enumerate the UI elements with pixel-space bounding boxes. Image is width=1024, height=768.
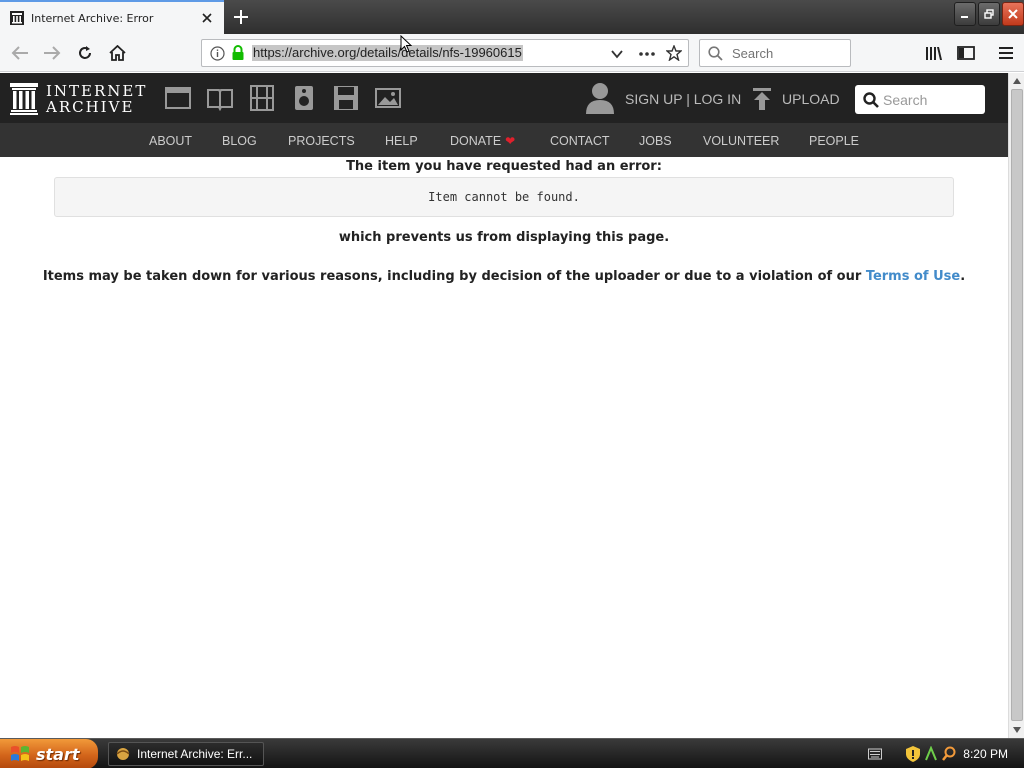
archive-building-icon bbox=[10, 83, 38, 115]
windows-flag-icon bbox=[11, 746, 29, 761]
system-tray: 8:20 PM bbox=[862, 739, 1024, 768]
heart-icon: ❤ bbox=[505, 134, 516, 148]
scroll-up-icon[interactable] bbox=[1011, 74, 1023, 88]
error-message: Item cannot be found. bbox=[428, 190, 580, 204]
start-label: start bbox=[36, 744, 80, 764]
reasons-end: . bbox=[960, 269, 966, 284]
search-icon bbox=[863, 92, 879, 108]
url-bar[interactable]: https://archive.org/details/details/nfs-… bbox=[201, 39, 689, 67]
ia-top-nav: ABOUT BLOG PROJECTS HELP DONATE ❤ CONTACT… bbox=[0, 123, 1008, 157]
web-icon[interactable] bbox=[165, 85, 191, 111]
ia-header: INTERNET ARCHIVE SIGN UP | LOG IN UPLOAD… bbox=[0, 73, 1008, 123]
user-avatar-icon[interactable] bbox=[586, 82, 614, 114]
nav-projects[interactable]: PROJECTS bbox=[288, 134, 355, 148]
tab-strip: Internet Archive: Error bbox=[0, 0, 1024, 34]
close-window-icon[interactable] bbox=[1002, 2, 1024, 26]
error-heading: The item you have requested had an error… bbox=[346, 159, 662, 174]
search-icon bbox=[708, 46, 723, 65]
sidebar-toggle-icon[interactable] bbox=[952, 40, 980, 66]
start-button[interactable]: start bbox=[0, 739, 98, 768]
nav-blog[interactable]: BLOG bbox=[222, 134, 257, 148]
ia-search-input[interactable]: Search bbox=[855, 85, 985, 114]
nav-people[interactable]: PEOPLE bbox=[809, 134, 859, 148]
scrollbar-thumb[interactable] bbox=[1011, 89, 1023, 721]
upload-icon[interactable] bbox=[752, 88, 772, 110]
taskbar-item-label: Internet Archive: Err... bbox=[137, 747, 253, 761]
security-shield-icon[interactable] bbox=[906, 746, 920, 762]
chevron-down-icon[interactable] bbox=[610, 46, 624, 65]
taskbar-item-browser[interactable]: Internet Archive: Err... bbox=[108, 742, 264, 766]
terms-of-use-link[interactable]: Terms of Use bbox=[866, 269, 960, 284]
logo-line-2: ARCHIVE bbox=[46, 98, 135, 116]
keyboard-icon[interactable] bbox=[868, 748, 882, 760]
page-actions-icon[interactable] bbox=[638, 46, 656, 65]
restore-icon[interactable] bbox=[978, 2, 1000, 26]
nav-volunteer[interactable]: VOLUNTEER bbox=[703, 134, 779, 148]
mouse-cursor-icon bbox=[400, 35, 412, 53]
signup-login-link[interactable]: SIGN UP | LOG IN bbox=[625, 91, 741, 107]
nav-donate-label: DONATE bbox=[450, 134, 502, 148]
browser-tab-active[interactable]: Internet Archive: Error bbox=[0, 0, 224, 34]
forward-icon[interactable] bbox=[38, 40, 66, 66]
error-prevents-text: which prevents us from displaying this p… bbox=[338, 230, 670, 245]
error-reasons-text: Items may be taken down for various reas… bbox=[0, 269, 1008, 284]
ia-search-placeholder: Search bbox=[883, 92, 928, 108]
reload-icon[interactable] bbox=[71, 40, 99, 66]
texts-icon[interactable] bbox=[207, 85, 233, 111]
error-message-box: Item cannot be found. bbox=[54, 177, 954, 217]
home-icon[interactable] bbox=[103, 40, 131, 66]
new-tab-icon[interactable] bbox=[228, 5, 254, 29]
nav-donate[interactable]: DONATE ❤ bbox=[450, 134, 515, 148]
browser-app-icon bbox=[116, 748, 130, 760]
nav-about[interactable]: ABOUT bbox=[149, 134, 192, 148]
browser-search-placeholder: Search bbox=[732, 46, 774, 61]
upload-link[interactable]: UPLOAD bbox=[782, 91, 840, 107]
network-icon[interactable] bbox=[924, 746, 938, 762]
video-icon[interactable] bbox=[249, 85, 275, 111]
taskbar: start Internet Archive: Err... 8:20 PM bbox=[0, 738, 1024, 768]
back-icon[interactable] bbox=[6, 40, 34, 66]
archive-favicon-icon bbox=[10, 11, 24, 25]
ia-logo[interactable]: INTERNET ARCHIVE bbox=[10, 83, 147, 115]
nav-contact[interactable]: CONTACT bbox=[550, 134, 610, 148]
browser-search-field[interactable]: Search bbox=[699, 39, 851, 67]
vertical-scrollbar[interactable] bbox=[1008, 73, 1024, 738]
window-controls bbox=[954, 2, 1024, 30]
nav-jobs[interactable]: JOBS bbox=[639, 134, 672, 148]
secure-lock-icon[interactable] bbox=[231, 45, 245, 65]
navigation-toolbar: https://archive.org/details/details/nfs-… bbox=[0, 34, 1024, 72]
ia-wordmark: INTERNET ARCHIVE bbox=[46, 83, 147, 115]
scroll-down-icon[interactable] bbox=[1011, 723, 1023, 737]
images-icon[interactable] bbox=[375, 85, 401, 111]
clock: 8:20 PM bbox=[963, 747, 1008, 761]
nav-help[interactable]: HELP bbox=[385, 134, 418, 148]
bookmark-star-icon[interactable] bbox=[665, 44, 683, 65]
tab-title: Internet Archive: Error bbox=[31, 11, 154, 25]
audio-icon[interactable] bbox=[291, 85, 317, 111]
magnifier-tray-icon[interactable] bbox=[942, 746, 956, 762]
site-info-icon[interactable] bbox=[210, 46, 225, 65]
logo-line-1: INTERNET bbox=[46, 82, 148, 100]
software-icon[interactable] bbox=[333, 85, 359, 111]
close-tab-icon[interactable] bbox=[196, 7, 218, 29]
menu-hamburger-icon[interactable] bbox=[992, 40, 1020, 66]
url-text[interactable]: https://archive.org/details/details/nfs-… bbox=[252, 45, 523, 61]
library-icon[interactable] bbox=[920, 40, 948, 66]
page-viewport: INTERNET ARCHIVE SIGN UP | LOG IN UPLOAD… bbox=[0, 73, 1008, 738]
minimize-icon[interactable] bbox=[954, 2, 976, 26]
reasons-body: Items may be taken down for various reas… bbox=[42, 269, 866, 284]
